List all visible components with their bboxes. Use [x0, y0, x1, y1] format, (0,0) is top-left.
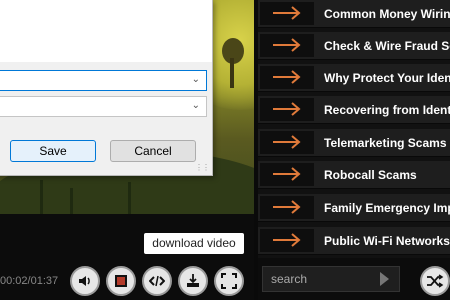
filename-combobox[interactable]: ⌄ [0, 70, 207, 91]
playlist-thumbnail [260, 131, 314, 154]
playlist-thumbnail [260, 98, 314, 121]
embed-button[interactable] [142, 266, 172, 296]
playlist-item[interactable]: Recovering from Identity [258, 96, 450, 124]
playlist-item[interactable]: Common Money Wiring [258, 0, 450, 28]
playlist-item-label: Why Protect Your Identi [324, 71, 450, 85]
video-scene-plant [70, 188, 73, 214]
cancel-button[interactable]: Cancel [110, 140, 196, 162]
filetype-combobox[interactable]: ⌄ [0, 96, 207, 117]
stop-button[interactable] [106, 266, 136, 296]
arrow-right-icon [273, 135, 301, 149]
playlist: Common Money Wiring Check & Wire Fraud S… [258, 0, 450, 258]
playlist-item[interactable]: Family Emergency Impo [258, 194, 450, 222]
chevron-down-icon[interactable]: ⌄ [192, 74, 200, 85]
arrow-right-icon [273, 38, 301, 52]
fullscreen-button[interactable] [214, 266, 244, 296]
dialog-content-area [0, 0, 212, 62]
timecode: 00:02/01:37 [0, 275, 59, 287]
playlist-item[interactable]: Public Wi-Fi Networks [258, 227, 450, 255]
playlist-item-label: Family Emergency Impo [324, 201, 450, 215]
playlist-item-label: Recovering from Identity [324, 103, 450, 117]
fullscreen-icon [221, 273, 237, 289]
playlist-thumbnail [260, 163, 314, 186]
playlist-thumbnail [260, 2, 314, 25]
arrow-right-icon [273, 233, 301, 247]
volume-button[interactable] [70, 266, 100, 296]
playlist-item-label: Check & Wire Fraud Sca [324, 39, 450, 53]
player-controls: 00:02/01:37 [0, 258, 254, 300]
arrow-right-icon [273, 70, 301, 84]
playlist-item[interactable]: Why Protect Your Identi [258, 64, 450, 92]
playlist-search [258, 258, 450, 300]
playlist-item-label: Robocall Scams [324, 168, 417, 182]
search-submit-icon[interactable] [380, 272, 389, 286]
shuffle-icon [427, 274, 444, 288]
arrow-right-icon [273, 102, 301, 116]
playlist-item-label: Common Money Wiring [324, 7, 450, 21]
download-tooltip: download video [144, 233, 244, 254]
video-scene-plant [40, 180, 43, 214]
download-icon [187, 274, 199, 287]
stop-icon [115, 275, 127, 287]
arrow-right-icon [273, 167, 301, 181]
code-icon [149, 275, 165, 287]
download-button[interactable] [178, 266, 208, 296]
playlist-thumbnail [260, 229, 314, 252]
playlist-item[interactable]: Robocall Scams [258, 161, 450, 189]
playlist-item[interactable]: Check & Wire Fraud Sca [258, 32, 450, 60]
save-dialog: ⌄ ⌄ Save Cancel ⋮⋮ [0, 0, 213, 176]
save-button[interactable]: Save [10, 140, 96, 162]
playlist-item-label: Public Wi-Fi Networks [324, 234, 450, 248]
video-scene-tree-trunk [230, 58, 234, 88]
speaker-icon [79, 276, 90, 286]
playlist-thumbnail [260, 34, 314, 57]
arrow-right-icon [273, 200, 301, 214]
playlist-thumbnail [260, 196, 314, 219]
playlist-thumbnail [260, 66, 314, 89]
arrow-right-icon [273, 6, 301, 20]
video-scene-plant [128, 182, 131, 214]
resize-grip-icon[interactable]: ⋮⋮ [195, 163, 210, 172]
playlist-item-label: Telemarketing Scams [324, 136, 447, 150]
playlist-item[interactable]: Telemarketing Scams [258, 129, 450, 157]
shuffle-button[interactable] [420, 266, 450, 296]
chevron-down-icon[interactable]: ⌄ [192, 100, 200, 111]
